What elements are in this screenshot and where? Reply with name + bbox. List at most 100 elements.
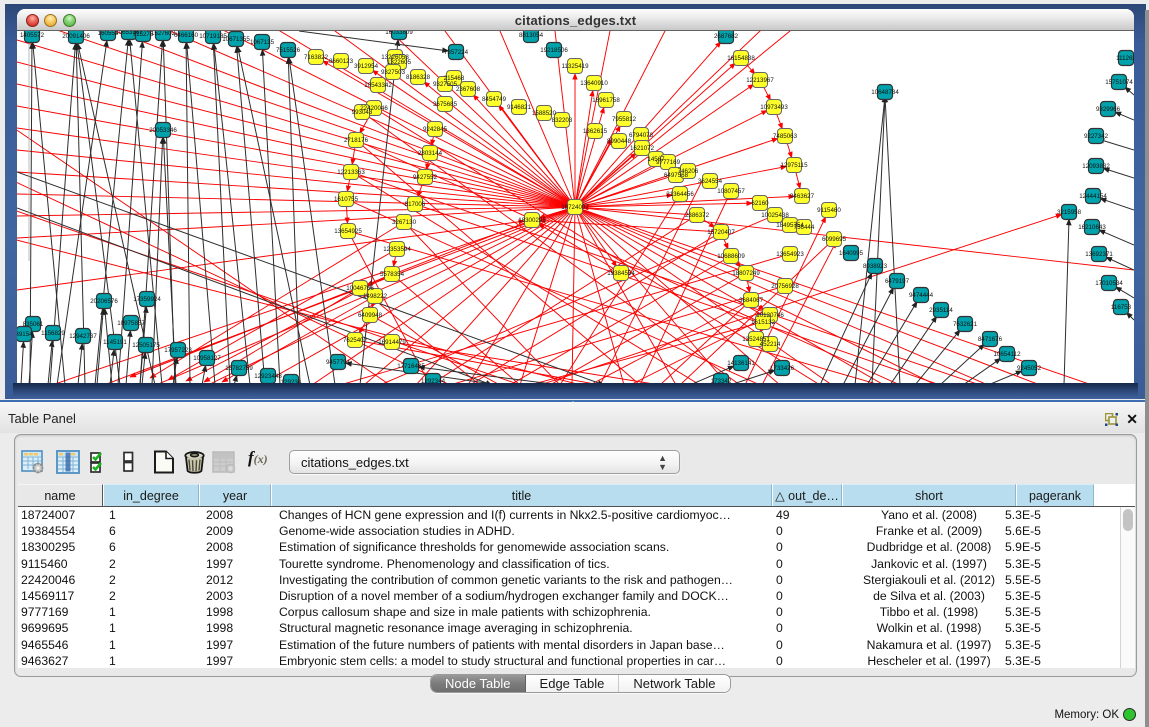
svg-text:16210643: 16210643: [1078, 224, 1106, 231]
svg-text:1527602: 1527602: [151, 31, 176, 37]
svg-text:12444154: 12444154: [1079, 193, 1107, 200]
svg-text:13692371: 13692371: [1085, 251, 1113, 258]
svg-text:8990448: 8990448: [607, 138, 632, 145]
svg-text:817006: 817006: [405, 201, 426, 208]
svg-text:12942737: 12942737: [69, 333, 97, 340]
svg-text:7955812: 7955812: [612, 116, 637, 123]
svg-text:10807457: 10807457: [717, 188, 745, 195]
svg-text:1405572: 1405572: [20, 32, 45, 39]
svg-text:1156829: 1156829: [41, 330, 65, 337]
svg-text:12213363: 12213363: [337, 169, 365, 176]
svg-text:20091406: 20091406: [62, 33, 90, 40]
svg-text:18807249: 18807249: [732, 270, 760, 277]
svg-text:18724007: 18724007: [561, 204, 589, 211]
svg-text:8938923: 8938923: [863, 263, 888, 270]
svg-text:746206: 746206: [678, 168, 699, 175]
svg-text:7632621: 7632621: [953, 321, 978, 328]
svg-text:12505175: 12505175: [132, 342, 160, 349]
svg-text:19384554: 19384554: [607, 270, 635, 277]
svg-text:9777169: 9777169: [656, 159, 681, 166]
svg-text:2687682: 2687682: [714, 33, 739, 40]
svg-text:7163822: 7163822: [304, 54, 329, 61]
svg-text:10046766: 10046766: [346, 285, 374, 292]
svg-text:1322605: 1322605: [387, 59, 412, 66]
svg-text:1067135: 1067135: [250, 39, 275, 46]
svg-text:3624554: 3624554: [698, 178, 723, 185]
svg-text:6479197: 6479197: [885, 278, 910, 285]
svg-text:10958127: 10958127: [193, 355, 221, 362]
svg-text:452214: 452214: [760, 341, 781, 348]
svg-text:16154838: 16154838: [727, 55, 755, 62]
svg-text:10648784: 10648784: [871, 89, 899, 96]
svg-text:1621072: 1621072: [630, 145, 655, 152]
svg-text:6099695: 6099695: [822, 236, 847, 243]
svg-text:9463627: 9463627: [790, 193, 815, 200]
svg-text:7357224: 7357224: [444, 49, 469, 56]
svg-text:9457791: 9457791: [326, 359, 351, 366]
svg-text:1362615: 1362615: [583, 128, 608, 135]
svg-text:9146821: 9146821: [507, 104, 532, 111]
svg-text:17010534: 17010534: [1095, 280, 1123, 287]
svg-text:6409948: 6409948: [358, 312, 383, 319]
svg-text:5578354: 5578354: [380, 271, 405, 278]
svg-text:832203: 832203: [552, 117, 573, 124]
svg-text:20756928: 20756928: [771, 283, 799, 290]
svg-text:993043: 993043: [352, 109, 373, 116]
svg-text:7515526: 7515526: [276, 47, 301, 54]
svg-text:9327503: 9327503: [381, 69, 406, 76]
svg-text:9329966: 9329966: [1096, 106, 1121, 113]
svg-text:3675685: 3675685: [433, 101, 458, 108]
svg-text:10120746: 10120746: [756, 312, 784, 319]
svg-text:10975857: 10975857: [117, 320, 145, 327]
svg-text:9427552: 9427552: [413, 174, 438, 181]
svg-text:7485063: 7485063: [773, 133, 798, 140]
svg-text:2367608: 2367608: [456, 86, 481, 93]
svg-text:12093832: 12093832: [1082, 163, 1110, 170]
svg-text:20053346: 20053346: [149, 127, 177, 134]
svg-text:10671355: 10671355: [222, 36, 250, 43]
svg-text:12213967: 12213967: [746, 77, 774, 84]
svg-text:2803144: 2803144: [418, 150, 443, 157]
svg-text:1615132: 1615132: [751, 319, 776, 326]
svg-text:8660123: 8660123: [329, 58, 354, 65]
svg-text:13654923: 13654923: [776, 251, 804, 258]
svg-text:13640910: 13640910: [580, 80, 608, 87]
svg-text:111263: 111263: [1116, 55, 1134, 62]
svg-text:3267130: 3267130: [392, 219, 417, 226]
svg-text:6466160: 6466160: [174, 32, 199, 39]
svg-text:1588520: 1588520: [532, 110, 557, 117]
svg-text:16033809: 16033809: [385, 31, 413, 36]
svg-text:9227342: 9227342: [1084, 133, 1109, 140]
svg-text:39154: 39154: [17, 331, 33, 338]
svg-text:10688609: 10688609: [717, 253, 745, 260]
svg-text:8454749: 8454749: [482, 96, 507, 103]
svg-text:3215958: 3215958: [1057, 209, 1082, 216]
svg-text:8471676: 8471676: [978, 336, 1003, 343]
svg-text:12353594: 12353594: [383, 246, 411, 253]
svg-text:20206576: 20206576: [90, 298, 118, 305]
svg-text:1610755: 1610755: [334, 196, 359, 203]
svg-text:17716485: 17716485: [397, 363, 425, 370]
svg-text:8813054: 8813054: [519, 32, 544, 39]
svg-text:12975115: 12975115: [780, 162, 808, 169]
svg-text:835061: 835061: [23, 321, 44, 328]
svg-text:215468: 215468: [444, 75, 465, 82]
svg-text:9474444: 9474444: [909, 292, 934, 299]
svg-text:2386372: 2386372: [685, 212, 710, 219]
svg-text:16914479: 16914479: [378, 339, 406, 346]
svg-text:1640995: 1640995: [839, 250, 864, 257]
svg-text:1145191: 1145191: [103, 339, 127, 346]
svg-text:8186328: 8186328: [406, 74, 431, 81]
svg-text:9245052: 9245052: [1017, 365, 1042, 372]
svg-text:756444: 756444: [794, 224, 815, 231]
svg-text:13654925: 13654925: [334, 228, 362, 235]
svg-text:2718176: 2718176: [344, 137, 369, 144]
svg-text:9115460: 9115460: [817, 207, 841, 214]
svg-text:11325419: 11325419: [561, 63, 589, 70]
svg-text:14136141: 14136141: [727, 360, 755, 367]
svg-text:15751074: 15751074: [1105, 79, 1133, 86]
svg-text:3912954: 3912954: [354, 63, 379, 70]
svg-text:10025438: 10025438: [761, 212, 789, 219]
svg-text:1498222: 1498222: [363, 293, 388, 300]
svg-text:62160: 62160: [751, 200, 769, 207]
